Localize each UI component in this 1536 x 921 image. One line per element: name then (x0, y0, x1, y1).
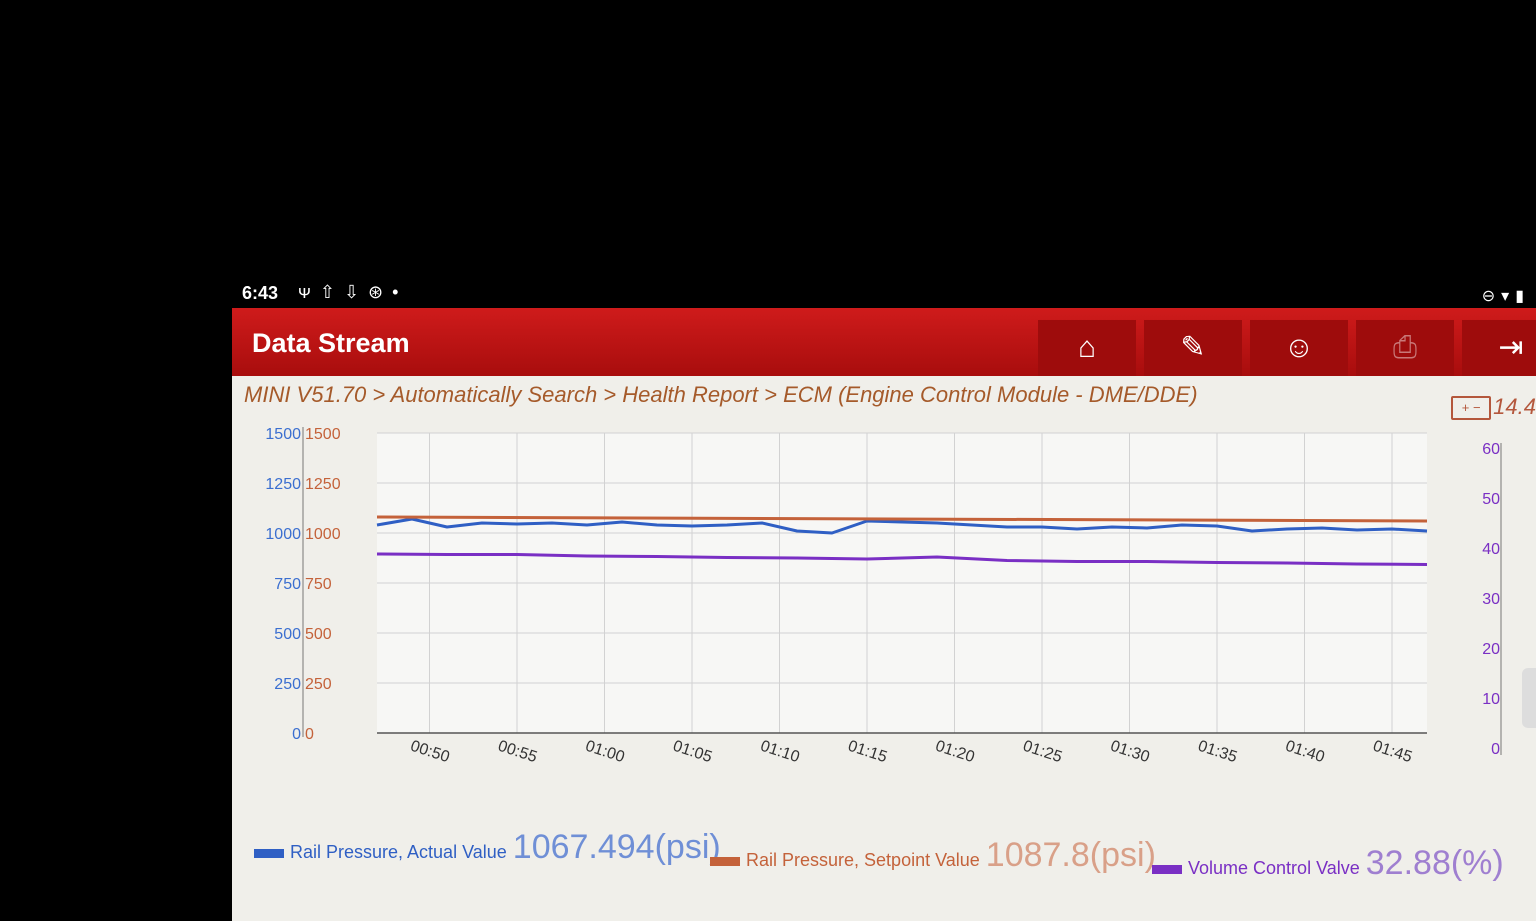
battery-icon: ▮ (1515, 288, 1530, 305)
legend-swatch (254, 849, 284, 858)
right-tick-label: 60 (1482, 441, 1500, 458)
x-tick-label: 01:15 (846, 738, 889, 767)
left-tick-label-2: 250 (305, 676, 332, 693)
legend-label: Rail Pressure, Setpoint Value (746, 850, 980, 870)
x-tick-label: 01:25 (1021, 738, 1064, 767)
legend-label: Rail Pressure, Actual Value (290, 842, 507, 862)
right-tick-label: 10 (1482, 691, 1500, 708)
left-tick-label-2: 1000 (305, 526, 341, 543)
x-tick-label: 01:35 (1196, 738, 1239, 767)
status-icons-right: ⊖▾▮ (1482, 286, 1530, 306)
left-tick-label: 1250 (265, 476, 301, 493)
left-tick-label-2: 0 (305, 726, 314, 743)
legend-value: 1067.494(psi) (512, 828, 721, 866)
right-tick-label: 30 (1482, 591, 1500, 608)
right-tick-label: 20 (1482, 641, 1500, 658)
left-tick-label-2: 1500 (305, 426, 341, 443)
legend-swatch (1152, 865, 1182, 874)
left-tick-label: 500 (274, 626, 301, 643)
legend-item-actual: Rail Pressure, Actual Value 1067.494(psi… (254, 828, 721, 867)
side-drawer-handle[interactable] (1522, 668, 1536, 728)
wifi-icon: ▾ (1501, 288, 1516, 305)
left-tick-label-2: 1250 (305, 476, 341, 493)
x-tick-label: 00:50 (408, 738, 451, 767)
legend-value: 32.88(%) (1365, 844, 1504, 882)
do-not-disturb-icon: ⊖ (1481, 288, 1502, 305)
dot-icon: • (392, 282, 408, 302)
x-tick-label: 01:10 (758, 738, 801, 767)
right-tick-label: 40 (1482, 541, 1500, 558)
usb-debug-icon: ᴪ (298, 282, 320, 302)
vci-icon: ⊛ (368, 282, 393, 302)
left-tick-label: 750 (274, 576, 301, 593)
left-tick-label: 0 (292, 726, 301, 743)
upload-icon: ⇧ (319, 282, 344, 302)
status-bar: 6:43 ᴪ⇧⇩⊛• ⊖▾▮ (240, 280, 1536, 308)
left-tick-label: 1500 (265, 426, 301, 443)
left-tick-label: 250 (274, 676, 301, 693)
status-icons-left: ᴪ⇧⇩⊛• (298, 282, 407, 303)
x-tick-label: 01:40 (1283, 738, 1326, 767)
x-tick-label: 01:20 (933, 738, 976, 767)
x-tick-label: 01:45 (1371, 738, 1414, 767)
left-tick-label-2: 750 (305, 576, 332, 593)
legend-value: 1087.8(psi) (985, 836, 1156, 874)
x-tick-label: 01:30 (1108, 738, 1151, 767)
x-tick-label: 01:05 (671, 738, 714, 767)
legend-item-setpoint: Rail Pressure, Setpoint Value 1087.8(psi… (710, 836, 1156, 875)
right-tick-label: 0 (1491, 741, 1500, 758)
x-tick-label: 01:00 (583, 738, 626, 767)
left-tick-label-2: 500 (305, 626, 332, 643)
status-time: 6:43 (242, 283, 279, 303)
download-icon: ⇩ (343, 282, 369, 302)
legend-item-volume: Volume Control Valve 32.88(%) (1152, 844, 1504, 883)
legend-swatch (710, 857, 740, 866)
legend-label: Volume Control Valve (1188, 858, 1360, 878)
app-screen: Data Stream ⌂ ✎ ☺ ⎙ ⇥ MINI V51.70 > Auto… (232, 308, 1536, 921)
left-tick-label: 1000 (265, 526, 301, 543)
x-tick-label: 00:55 (496, 738, 539, 767)
right-tick-label: 50 (1482, 491, 1500, 508)
